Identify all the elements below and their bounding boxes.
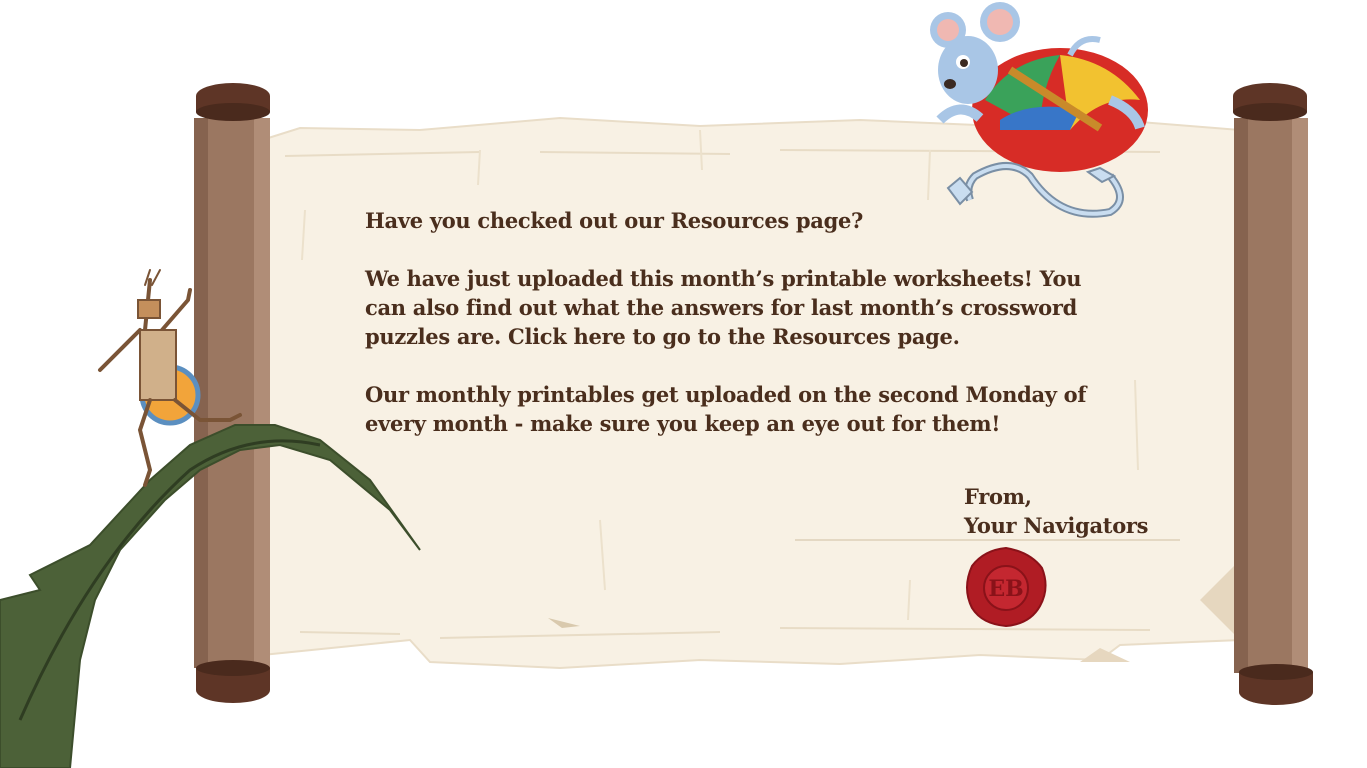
- wax-seal-icon: EB: [966, 546, 1047, 628]
- upload-paragraph: We have just uploaded this month’s print…: [365, 264, 1125, 351]
- signoff: From, Your Navigators: [964, 482, 1148, 540]
- signoff-line-from: From,: [964, 484, 1032, 509]
- resources-link[interactable]: Click here to go to the Resources page.: [508, 324, 960, 349]
- mouse-character-icon: [930, 2, 1148, 218]
- signoff-line-sender: Your Navigators: [964, 513, 1149, 538]
- letter-body: Have you checked out our Resources page?…: [365, 206, 1125, 467]
- svg-text:EB: EB: [988, 576, 1023, 602]
- letter-screen: EB Have you checked out our Resources pa…: [0, 0, 1367, 768]
- left-scroll-rod: [194, 83, 270, 703]
- schedule-paragraph: Our monthly printables get uploaded on t…: [365, 382, 1087, 436]
- question-line: Have you checked out our Resources page?: [365, 208, 864, 233]
- right-scroll-rod: [1233, 83, 1313, 705]
